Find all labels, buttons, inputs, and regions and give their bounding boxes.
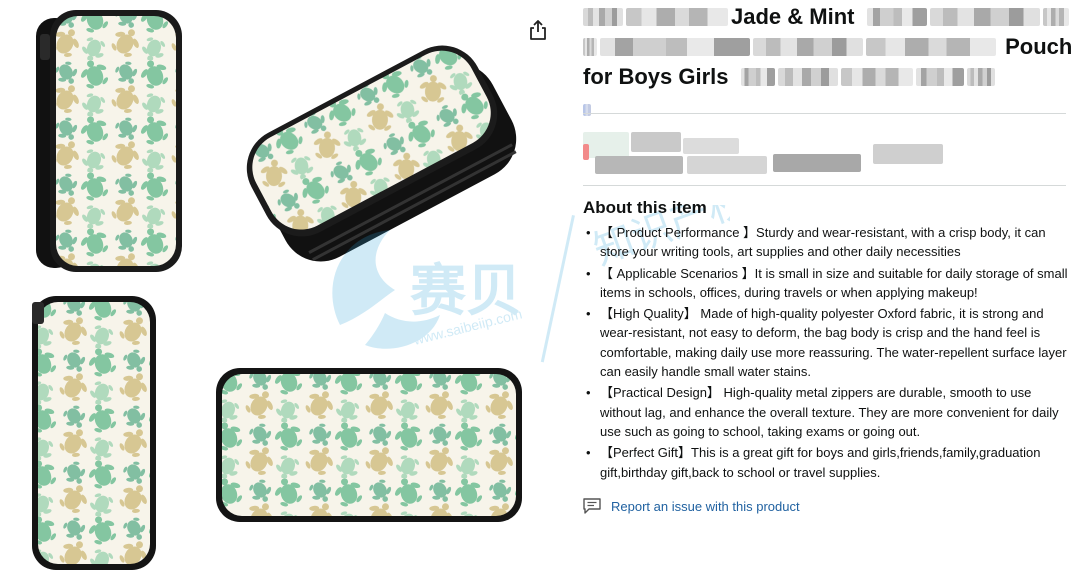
feature-bullet: 【Perfect Gift】This is a great gift for b… [583, 443, 1068, 482]
redacted-text [915, 68, 964, 86]
redacted-text [866, 38, 996, 56]
report-issue-label[interactable]: Report an issue with this product [611, 499, 800, 514]
product-image-gallery [0, 0, 570, 580]
redacted-text [626, 8, 728, 26]
product-image-2[interactable] [228, 28, 528, 268]
redacted-text [753, 38, 863, 56]
product-image-3[interactable] [28, 292, 160, 574]
share-icon [530, 20, 546, 40]
feature-bullet: 【Practical Design】 High-quality metal zi… [583, 383, 1068, 441]
feature-bullet: 【 Applicable Scenarios 】It is small in s… [583, 264, 1068, 303]
redacted-text [583, 104, 591, 116]
product-image-4[interactable] [214, 366, 524, 524]
about-heading: About this item [583, 198, 707, 217]
report-icon [583, 498, 601, 514]
redacted-text [777, 68, 838, 86]
redacted-text [1042, 8, 1069, 26]
redacted-text [583, 38, 597, 56]
divider [583, 185, 1066, 186]
redacted-text [840, 68, 913, 86]
feature-bullet: 【 Product Performance 】Sturdy and wear-r… [583, 223, 1068, 262]
product-image-1[interactable] [20, 4, 190, 276]
product-title: Jade & Mint Pouch for Boys Girls [583, 2, 1072, 116]
redacted-text [929, 8, 1040, 26]
product-details: Jade & Mint Pouch for Boys Girls About t… [583, 0, 1072, 580]
redacted-text [600, 38, 750, 56]
title-fragment: for Boys Girls [583, 64, 729, 89]
feature-bullet: 【High Quality】 Made of high-quality poly… [583, 304, 1068, 381]
redacted-text [583, 8, 623, 26]
redacted-text [740, 68, 775, 86]
divider [583, 113, 1066, 114]
price-block-redacted [583, 126, 1066, 186]
title-fragment: Jade & Mint [731, 4, 855, 29]
title-fragment: Pouch [1005, 34, 1073, 59]
feature-bullets: 【 Product Performance 】Sturdy and wear-r… [583, 223, 1068, 482]
redacted-text [966, 68, 995, 86]
about-this-item: About this item 【 Product Performance 】S… [583, 198, 1068, 484]
redacted-text [866, 8, 927, 26]
report-issue-link[interactable]: Report an issue with this product [583, 498, 800, 514]
share-button[interactable] [526, 18, 550, 42]
